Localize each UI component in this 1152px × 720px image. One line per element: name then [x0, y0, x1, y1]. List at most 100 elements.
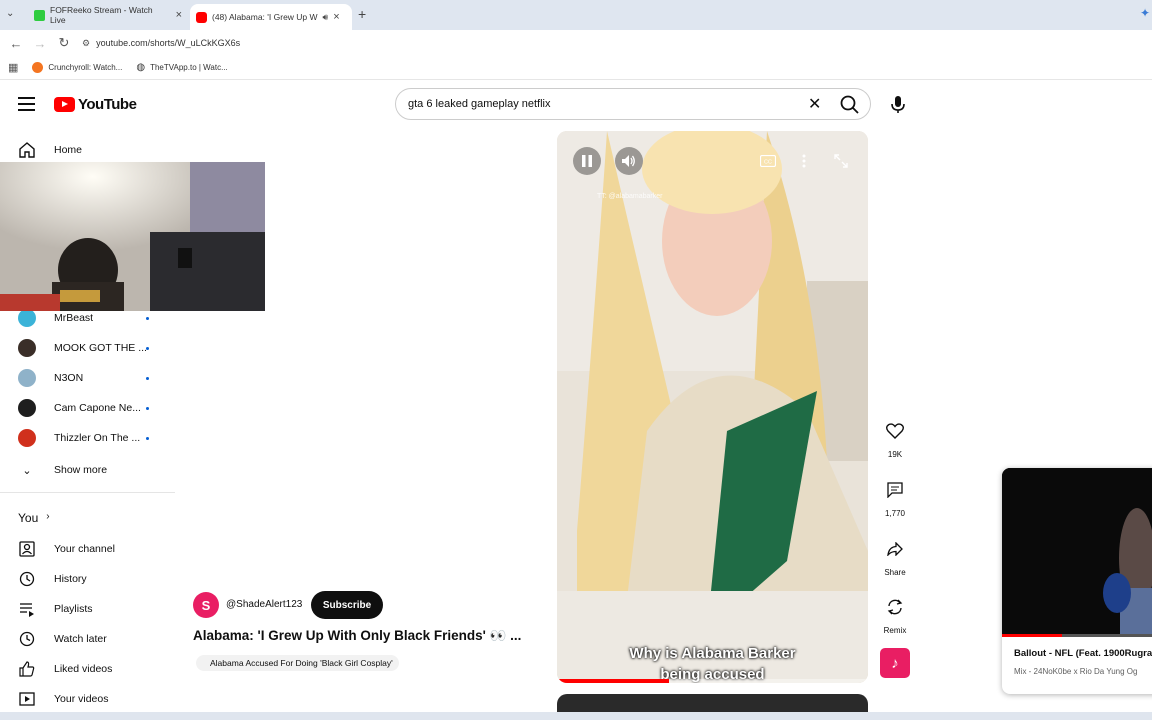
youtube-wordmark: YouTube	[78, 96, 137, 113]
miniplayer-video[interactable]	[1002, 468, 1152, 636]
browser-tab-strip: ⌄ FOFReeko Stream - Watch Live × (48) Al…	[0, 0, 1152, 30]
kick-favicon-icon	[34, 9, 45, 21]
tab-label: FOFReeko Stream - Watch Live	[50, 5, 153, 25]
fullscreen-button[interactable]	[827, 147, 855, 175]
miniplayer-frame-image	[1002, 468, 1152, 636]
close-tab-icon[interactable]: ×	[176, 9, 182, 21]
channel-avatar	[18, 309, 36, 327]
apps-grid-icon[interactable]: ▦	[8, 61, 18, 74]
video-frame-image	[557, 131, 868, 683]
tab-alabama-short[interactable]: (48) Alabama: 'I Grew Up W 🔊︎ ×	[190, 4, 352, 30]
microphone-icon[interactable]	[885, 92, 911, 116]
pause-button[interactable]	[573, 147, 601, 175]
sidebar-you-heading[interactable]: You ›	[18, 511, 50, 525]
bookmark-label: TheTVApp.to | Watc...	[150, 63, 228, 72]
close-tab-icon[interactable]: ×	[333, 11, 339, 23]
reload-icon[interactable]: ↻	[52, 35, 76, 51]
youtube-logo[interactable]: YouTube	[54, 96, 137, 113]
closed-captions-icon: CC	[760, 155, 776, 167]
sidebar-item-liked-videos[interactable]: Liked videos	[18, 660, 112, 678]
like-button[interactable]: 19K	[879, 416, 911, 459]
sidebar-item-label: Playlists	[54, 603, 93, 615]
new-content-dot	[146, 437, 149, 440]
suggested-video-label: Alabama Accused For Doing 'Black Girl Co…	[210, 658, 393, 668]
search-query-text: gta 6 leaked gameplay netflix	[408, 98, 551, 110]
sidebar-item-home[interactable]: Home	[18, 141, 82, 159]
new-tab-icon[interactable]: +	[358, 6, 366, 22]
subscription-label: N3ON	[54, 372, 84, 384]
sidebar-item-history[interactable]: History	[18, 570, 87, 588]
search-input[interactable]: gta 6 leaked gameplay netflix	[395, 88, 871, 120]
bookmark-label: Crunchyroll: Watch...	[48, 63, 123, 72]
channel-avatar	[18, 369, 36, 387]
miniplayer-title[interactable]: Ballout - NFL (Feat. 1900Rugrat)	[1014, 648, 1152, 659]
tab-fofreeko[interactable]: FOFReeko Stream - Watch Live ×	[28, 4, 188, 26]
subscription-mrbeast[interactable]: MrBeast	[18, 309, 158, 327]
more-vertical-icon	[802, 154, 806, 168]
browser-extension-icon[interactable]: ✦	[1140, 6, 1150, 20]
remix-icon	[887, 599, 903, 615]
bookmark-crunchyroll[interactable]: Crunchyroll: Watch...	[32, 62, 122, 73]
crunchyroll-favicon-icon	[32, 62, 44, 73]
sound-thumbnail-icon[interactable]: ♪	[880, 648, 910, 678]
bookmark-tvapp[interactable]: ◍ TheTVApp.to | Watc...	[136, 62, 227, 73]
sidebar-item-your-channel[interactable]: Your channel	[18, 540, 115, 558]
subscription-thizzler[interactable]: Thizzler On The ...	[18, 429, 158, 447]
comments-button[interactable]: 1,770	[879, 475, 911, 518]
chevron-down-icon: ⌄	[22, 464, 32, 477]
sidebar-item-playlists[interactable]: Playlists	[18, 600, 93, 618]
share-button[interactable]: Share	[879, 534, 911, 577]
home-icon	[19, 142, 35, 158]
video-watermark: TT: @alabamabarker	[597, 193, 663, 200]
subscription-mook[interactable]: MOOK GOT THE ...	[18, 339, 158, 357]
subscription-n3on[interactable]: N3ON	[18, 369, 158, 387]
playlist-icon	[20, 603, 34, 617]
audio-playing-icon[interactable]: 🔊︎	[323, 12, 329, 23]
channel-name[interactable]: @ShadeAlert123	[226, 599, 302, 610]
tab-list-chevron-icon[interactable]: ⌄	[6, 8, 14, 19]
remix-label: Remix	[883, 626, 907, 635]
bookmarks-bar: ▦ Crunchyroll: Watch... ◍ TheTVApp.to | …	[0, 56, 1152, 80]
short-video-player[interactable]: CC TT: @alabamabarker Why is Alabama Bar…	[557, 131, 868, 683]
clock-icon	[19, 631, 35, 647]
subscribe-button[interactable]: Subscribe	[311, 591, 383, 619]
clear-search-icon[interactable]: ✕	[808, 94, 821, 114]
tab-label: (48) Alabama: 'I Grew Up W	[212, 12, 318, 22]
sidebar-item-watch-later[interactable]: Watch later	[18, 630, 107, 648]
forward-arrow-icon[interactable]: →	[28, 36, 52, 51]
sidebar-show-more[interactable]: ⌄ Show more	[18, 461, 107, 479]
globe-icon: ◍	[136, 62, 146, 73]
hamburger-menu-icon[interactable]	[18, 97, 35, 111]
sidebar-item-label: Watch later	[54, 633, 107, 645]
you-heading-label: You	[18, 511, 39, 525]
share-arrow-icon	[887, 542, 903, 556]
more-options-button[interactable]	[790, 147, 818, 175]
miniplayer-progress-fill	[1002, 634, 1062, 637]
channel-avatar[interactable]: S	[193, 592, 219, 618]
thumbs-up-icon	[19, 661, 35, 677]
video-progress-fill	[557, 679, 669, 683]
new-content-dot	[146, 347, 149, 350]
subscription-cam-capone[interactable]: Cam Capone Ne...	[18, 399, 158, 417]
video-progress-bar[interactable]	[557, 679, 868, 683]
next-short-preview[interactable]	[557, 694, 868, 714]
volume-button[interactable]	[615, 147, 643, 175]
sidebar-item-your-videos[interactable]: Your videos	[18, 690, 108, 708]
captions-button[interactable]: CC	[754, 147, 782, 175]
search-icon[interactable]	[838, 93, 862, 115]
suggested-video-chip[interactable]: Alabama Accused For Doing 'Black Girl Co…	[196, 655, 399, 671]
sidebar-divider	[0, 492, 175, 493]
new-content-dot	[146, 407, 149, 410]
expand-icon	[834, 154, 848, 168]
channel-avatar	[18, 429, 36, 447]
os-taskbar	[0, 712, 1152, 720]
url-field[interactable]: youtube.com/shorts/W_uLCkKGX6s	[96, 38, 240, 48]
back-arrow-icon[interactable]: ←	[4, 36, 28, 51]
miniplayer-progress-bar[interactable]	[1002, 634, 1152, 637]
webcam-scene-image	[0, 162, 265, 311]
remix-button[interactable]: Remix	[879, 592, 911, 635]
short-title[interactable]: Alabama: 'I Grew Up With Only Black Frie…	[193, 628, 543, 644]
caption-line-1: Why is Alabama Barker	[629, 645, 796, 662]
miniplayer[interactable]: Ballout - NFL (Feat. 1900Rugrat) Mix - 2…	[1002, 468, 1152, 694]
site-info-icon[interactable]: ⚙	[82, 38, 90, 49]
